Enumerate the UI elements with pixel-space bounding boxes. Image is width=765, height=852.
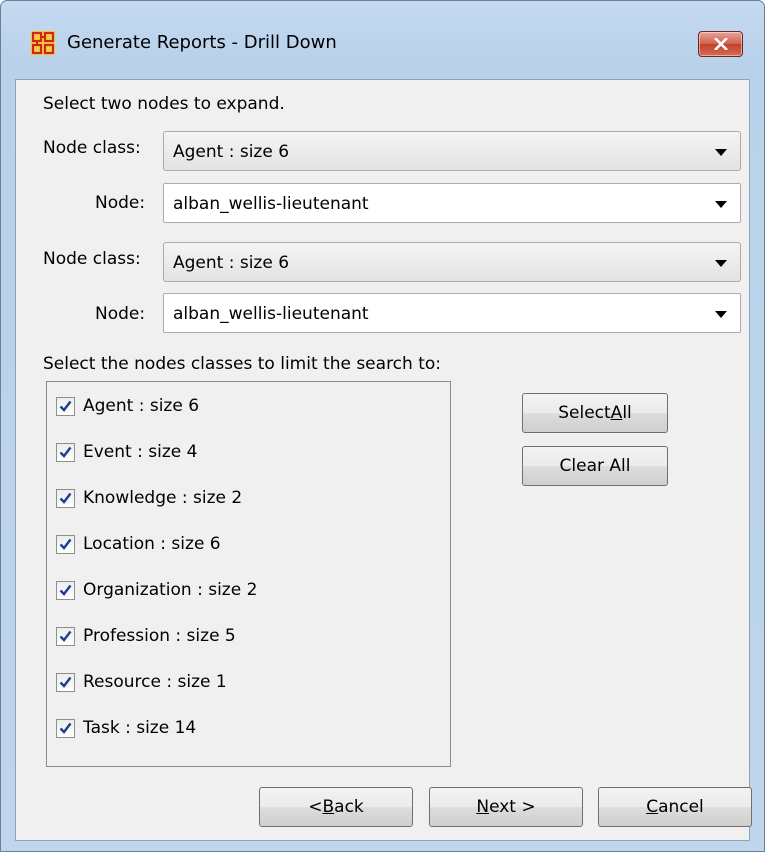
node-class-checklist: Agent : size 6 Event : size 4 Knowledge : …	[46, 381, 451, 767]
node-select-2[interactable]: alban_wellis-lieutenant	[163, 293, 741, 333]
title-bar[interactable]: Generate Reports - Drill Down	[1, 1, 764, 79]
checkbox[interactable]	[56, 396, 75, 416]
checkbox-row[interactable]: Event : size 4	[56, 439, 197, 465]
close-button[interactable]	[698, 31, 743, 57]
checkbox-row[interactable]: Agent : size 6	[56, 393, 199, 419]
node-label-1: Node:	[95, 193, 146, 213]
checkbox-label: Task : size 14	[83, 718, 197, 738]
back-button[interactable]: < Back	[259, 787, 413, 827]
limit-search-label: Select the nodes classes to limit the se…	[43, 354, 441, 374]
chevron-down-icon	[715, 201, 727, 208]
chevron-down-icon	[715, 311, 727, 318]
window-title: Generate Reports - Drill Down	[67, 32, 337, 53]
node-class-label-1: Node class:	[43, 138, 141, 158]
checkbox-row[interactable]: Organization : size 2	[56, 577, 257, 603]
node-class-value-2: Agent : size 6	[173, 253, 290, 273]
node-class-value-1: Agent : size 6	[173, 142, 290, 162]
node-value-2: alban_wellis-lieutenant	[173, 304, 369, 324]
node-label-2: Node:	[95, 304, 146, 324]
checkbox[interactable]	[56, 488, 75, 508]
checkbox-label: Knowledge : size 2	[83, 488, 243, 508]
cancel-button[interactable]: Cancel	[598, 787, 752, 827]
node-class-select-2[interactable]: Agent : size 6	[163, 242, 741, 282]
dialog-content: Select two nodes to expand. Node class: …	[15, 79, 752, 841]
select-all-button[interactable]: Select All	[522, 393, 668, 433]
checkbox-label: Organization : size 2	[83, 580, 258, 600]
node-select-1[interactable]: alban_wellis-lieutenant	[163, 183, 741, 223]
instructions-text: Select two nodes to expand.	[43, 94, 285, 114]
checkbox[interactable]	[56, 672, 75, 692]
checkbox-row[interactable]: Knowledge : size 2	[56, 485, 242, 511]
checkbox[interactable]	[56, 442, 75, 462]
next-button[interactable]: Next >	[429, 787, 583, 827]
checkbox-row[interactable]: Profession : size 5	[56, 623, 236, 649]
checkbox-label: Location : size 6	[83, 534, 221, 554]
checkmark-icon	[59, 446, 72, 458]
close-icon	[713, 38, 728, 50]
node-class-select-1[interactable]: Agent : size 6	[163, 131, 741, 171]
checkmark-icon	[59, 676, 72, 688]
chevron-down-icon	[715, 260, 727, 267]
app-icon	[31, 31, 55, 55]
checkbox-label: Profession : size 5	[83, 626, 236, 646]
checkbox-label: Resource : size 1	[83, 672, 227, 692]
checkbox[interactable]	[56, 580, 75, 600]
checkmark-icon	[59, 492, 72, 504]
dialog-window: Generate Reports - Drill Down Select two…	[0, 0, 765, 852]
checkbox-label: Agent : size 6	[83, 396, 200, 416]
checkmark-icon	[59, 630, 72, 642]
checkbox[interactable]	[56, 534, 75, 554]
checkbox-row[interactable]: Location : size 6	[56, 531, 221, 557]
chevron-down-icon	[715, 149, 727, 156]
checkbox-row[interactable]: Task : size 14	[56, 715, 196, 741]
checkbox[interactable]	[56, 718, 75, 738]
checkmark-icon	[59, 400, 72, 412]
checkbox-row[interactable]: Resource : size 1	[56, 669, 227, 695]
checkbox[interactable]	[56, 626, 75, 646]
checkmark-icon	[59, 722, 72, 734]
checkbox-label: Event : size 4	[83, 442, 198, 462]
node-value-1: alban_wellis-lieutenant	[173, 194, 369, 214]
node-class-label-2: Node class:	[43, 249, 141, 269]
clear-all-button[interactable]: Clear All	[522, 446, 668, 486]
checkmark-icon	[59, 538, 72, 550]
checkmark-icon	[59, 584, 72, 596]
